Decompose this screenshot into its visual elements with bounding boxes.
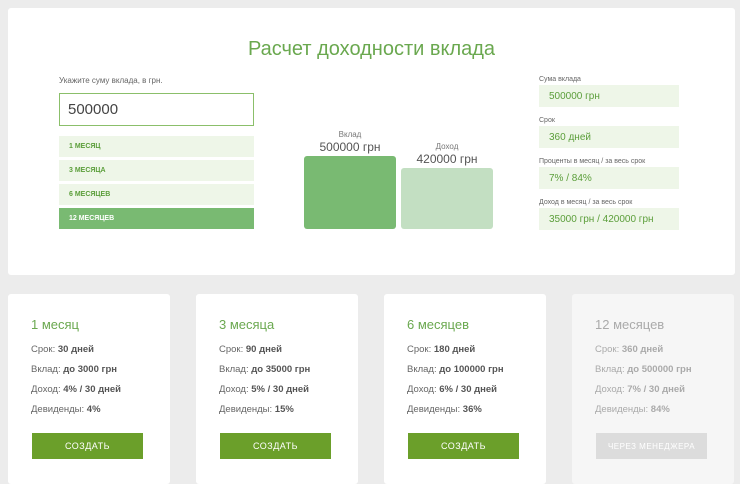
plan-income-label: Доход:	[219, 384, 249, 395]
plan-deposit-label: Вклад:	[219, 364, 249, 375]
plan-term-label: Срок:	[595, 344, 620, 355]
create-plan-button[interactable]: СОЗДАТЬ	[220, 433, 331, 459]
plan-term-value: 360 дней	[621, 344, 664, 355]
plan-dividends-row: Девиденды: 84%	[595, 404, 692, 424]
plan-card-1-month: 1 месяц Срок: 30 дней Вклад: до 3000 грн…	[8, 294, 170, 484]
plan-card-6-months: 6 месяцев Срок: 180 дней Вклад: до 10000…	[384, 294, 546, 484]
plan-deposit-value: до 500000 грн	[627, 364, 692, 375]
deposit-bar-value: 500000 грн	[319, 140, 381, 154]
income-bar-caption: Доход	[435, 142, 459, 151]
summary-label-percent: Проценты в месяц / за весь срок	[539, 158, 646, 165]
plan-term-label: Срок:	[407, 344, 432, 355]
deposit-calculator-panel: Расчет доходности вклада Укажите суму вк…	[8, 8, 735, 275]
deposit-bar	[304, 156, 396, 229]
plan-dividends-row: Девиденды: 4%	[31, 404, 121, 424]
plan-deposit-row: Вклад: до 100000 грн	[407, 364, 504, 384]
plan-deposit-row: Вклад: до 3000 грн	[31, 364, 121, 384]
plan-term-value: 180 дней	[433, 344, 476, 355]
plan-dividends-row: Девиденды: 15%	[219, 404, 310, 424]
period-option-12-months[interactable]: 12 МЕСЯЦЕВ	[59, 208, 254, 229]
plan-title: 12 месяцев	[595, 317, 665, 332]
plan-deposit-value: до 100000 грн	[439, 364, 504, 375]
income-bar-value: 420000 грн	[416, 152, 478, 166]
period-option-1-month[interactable]: 1 МЕСЯЦ	[59, 136, 254, 157]
plan-income-row: Доход: 6% / 30 дней	[407, 384, 504, 404]
summary-label-term: Срок	[539, 117, 555, 124]
deposit-bar-caption: Вклад	[338, 130, 362, 139]
summary-value-percent: 7% / 84%	[539, 167, 679, 189]
plan-dividends-row: Девиденды: 36%	[407, 404, 504, 424]
plan-deposit-value: до 3000 грн	[63, 364, 117, 375]
plan-term-row: Срок: 90 дней	[219, 344, 310, 364]
create-plan-button[interactable]: СОЗДАТЬ	[32, 433, 143, 459]
plan-deposit-value: до 35000 грн	[251, 364, 311, 375]
plan-title: 1 месяц	[31, 317, 79, 332]
create-plan-button[interactable]: СОЗДАТЬ	[408, 433, 519, 459]
plan-income-label: Доход:	[407, 384, 437, 395]
plan-card-3-months: 3 месяца Срок: 90 дней Вклад: до 35000 г…	[196, 294, 358, 484]
plan-income-row: Доход: 5% / 30 дней	[219, 384, 310, 404]
via-manager-button[interactable]: ЧЕРЕЗ МЕНЕДЖЕРА	[596, 433, 707, 459]
plan-card-12-months: 12 месяцев Срок: 360 дней Вклад: до 5000…	[572, 294, 734, 484]
plan-dividends-value: 84%	[650, 404, 670, 415]
plan-details: Срок: 180 дней Вклад: до 100000 грн Дохо…	[407, 344, 504, 424]
plan-income-value: 5% / 30 дней	[251, 384, 310, 395]
deposit-bar-group: Вклад 500000 грн	[304, 130, 396, 229]
plan-title: 6 месяцев	[407, 317, 469, 332]
plan-income-label: Доход:	[31, 384, 61, 395]
summary-panel: Сума вклада 500000 грн Срок 360 дней Про…	[539, 74, 679, 238]
plan-income-value: 6% / 30 дней	[439, 384, 498, 395]
amount-label: Укажите суму вклада, в грн.	[59, 76, 163, 85]
plan-deposit-row: Вклад: до 500000 грн	[595, 364, 692, 384]
plan-term-value: 90 дней	[245, 344, 282, 355]
plan-dividends-label: Девиденды:	[219, 404, 273, 415]
plan-dividends-label: Девиденды:	[595, 404, 649, 415]
plan-title: 3 месяца	[219, 317, 275, 332]
income-bar	[401, 168, 493, 229]
plan-details: Срок: 90 дней Вклад: до 35000 грн Доход:…	[219, 344, 310, 424]
plan-details: Срок: 30 дней Вклад: до 3000 грн Доход: …	[31, 344, 121, 424]
calculator-title: Расчет доходности вклада	[247, 38, 496, 60]
plan-deposit-label: Вклад:	[595, 364, 625, 375]
summary-label-income: Доход в месяц / за весь срок	[539, 199, 633, 206]
summary-value-income: 35000 грн / 420000 грн	[539, 208, 679, 230]
plan-deposit-label: Вклад:	[31, 364, 61, 375]
plan-deposit-label: Вклад:	[407, 364, 437, 375]
plan-income-row: Доход: 4% / 30 дней	[31, 384, 121, 404]
amount-input[interactable]	[59, 93, 254, 126]
plan-income-value: 4% / 30 дней	[63, 384, 122, 395]
plan-details: Срок: 360 дней Вклад: до 500000 грн Дохо…	[595, 344, 692, 424]
plan-term-label: Срок:	[219, 344, 244, 355]
income-bar-group: Доход 420000 грн	[401, 142, 493, 229]
plan-term-row: Срок: 180 дней	[407, 344, 504, 364]
plan-income-row: Доход: 7% / 30 дней	[595, 384, 692, 404]
plan-dividends-value: 15%	[274, 404, 294, 415]
plan-income-value: 7% / 30 дней	[627, 384, 686, 395]
summary-value-amount: 500000 грн	[539, 85, 679, 107]
plan-term-row: Срок: 30 дней	[31, 344, 121, 364]
plan-deposit-row: Вклад: до 35000 грн	[219, 364, 310, 384]
plan-term-value: 30 дней	[57, 344, 94, 355]
plan-dividends-label: Девиденды:	[407, 404, 461, 415]
period-option-3-months[interactable]: 3 МЕСЯЦА	[59, 160, 254, 181]
period-selector: 1 МЕСЯЦ 3 МЕСЯЦА 6 МЕСЯЦЕВ 12 МЕСЯЦЕВ	[59, 136, 254, 232]
plan-dividends-value: 4%	[86, 404, 101, 415]
plan-dividends-value: 36%	[462, 404, 482, 415]
summary-value-term: 360 дней	[539, 126, 679, 148]
summary-label-amount: Сума вклада	[539, 76, 581, 83]
plan-term-label: Срок:	[31, 344, 56, 355]
plan-dividends-label: Девиденды:	[31, 404, 85, 415]
plan-term-row: Срок: 360 дней	[595, 344, 692, 364]
period-option-6-months[interactable]: 6 МЕСЯЦЕВ	[59, 184, 254, 205]
plan-income-label: Доход:	[595, 384, 625, 395]
